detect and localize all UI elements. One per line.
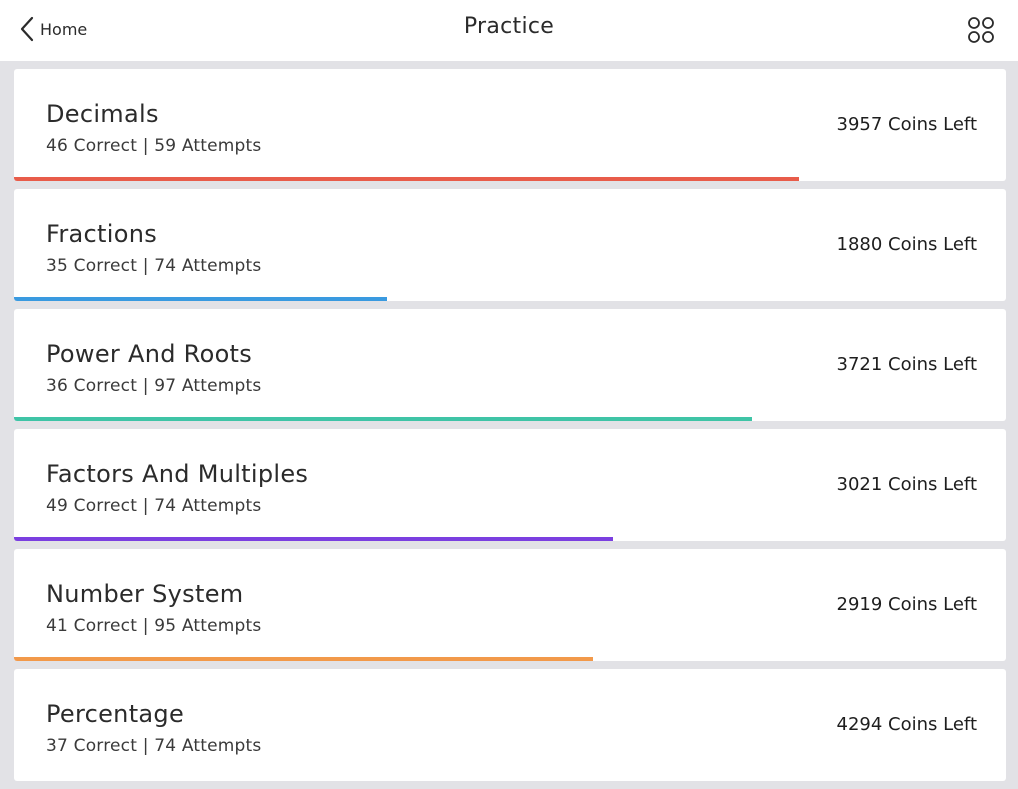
topic-card-decimals[interactable]: Decimals 46 Correct | 59 Attempts 3957 C… [14, 69, 1006, 181]
coins-left: 1880 Coins Left [836, 234, 977, 255]
page-title: Practice [463, 14, 555, 39]
topic-card-factors-and-multiples[interactable]: Factors And Multiples 49 Correct | 74 At… [14, 429, 1006, 541]
topic-stats: 35 Correct | 74 Attempts [46, 256, 262, 276]
coins-left: 3957 Coins Left [836, 114, 977, 135]
coins-left: 3721 Coins Left [836, 354, 977, 375]
back-button[interactable]: Home [20, 14, 87, 44]
topic-name: Decimals [46, 100, 159, 128]
progress-bar [14, 657, 594, 661]
topic-name: Power And Roots [46, 340, 253, 368]
coins-left: 3021 Coins Left [836, 474, 977, 495]
topic-card-power-and-roots[interactable]: Power And Roots 36 Correct | 97 Attempts… [14, 309, 1006, 421]
progress-bar [14, 417, 753, 421]
back-label: Home [40, 19, 88, 39]
topic-stats: 36 Correct | 97 Attempts [46, 376, 262, 396]
coins-left: 4294 Coins Left [836, 714, 977, 735]
chevron-left-icon [20, 16, 34, 42]
progress-bar [14, 297, 387, 301]
topic-list: Decimals 46 Correct | 59 Attempts 3957 C… [14, 69, 1006, 789]
topic-name: Factors And Multiples [46, 460, 309, 488]
apps-menu-button[interactable] [966, 15, 996, 45]
topic-card-number-system[interactable]: Number System 41 Correct | 95 Attempts 2… [14, 549, 1006, 661]
topic-stats: 46 Correct | 59 Attempts [46, 136, 262, 156]
navigation-bar: Home Practice [0, 0, 1018, 61]
topic-name: Number System [46, 580, 244, 608]
topic-stats: 49 Correct | 74 Attempts [46, 496, 262, 516]
topic-name: Percentage [46, 700, 185, 728]
topic-card-fractions[interactable]: Fractions 35 Correct | 74 Attempts 1880 … [14, 189, 1006, 301]
topic-stats: 37 Correct | 74 Attempts [46, 736, 262, 756]
progress-bar [14, 177, 799, 181]
topic-stats: 41 Correct | 95 Attempts [46, 616, 262, 636]
topic-card-percentage[interactable]: Percentage 37 Correct | 74 Attempts 4294… [14, 669, 1006, 781]
topic-name: Fractions [46, 220, 158, 248]
progress-bar [14, 537, 614, 541]
coins-left: 2919 Coins Left [836, 594, 977, 615]
grid-icon [968, 17, 994, 43]
